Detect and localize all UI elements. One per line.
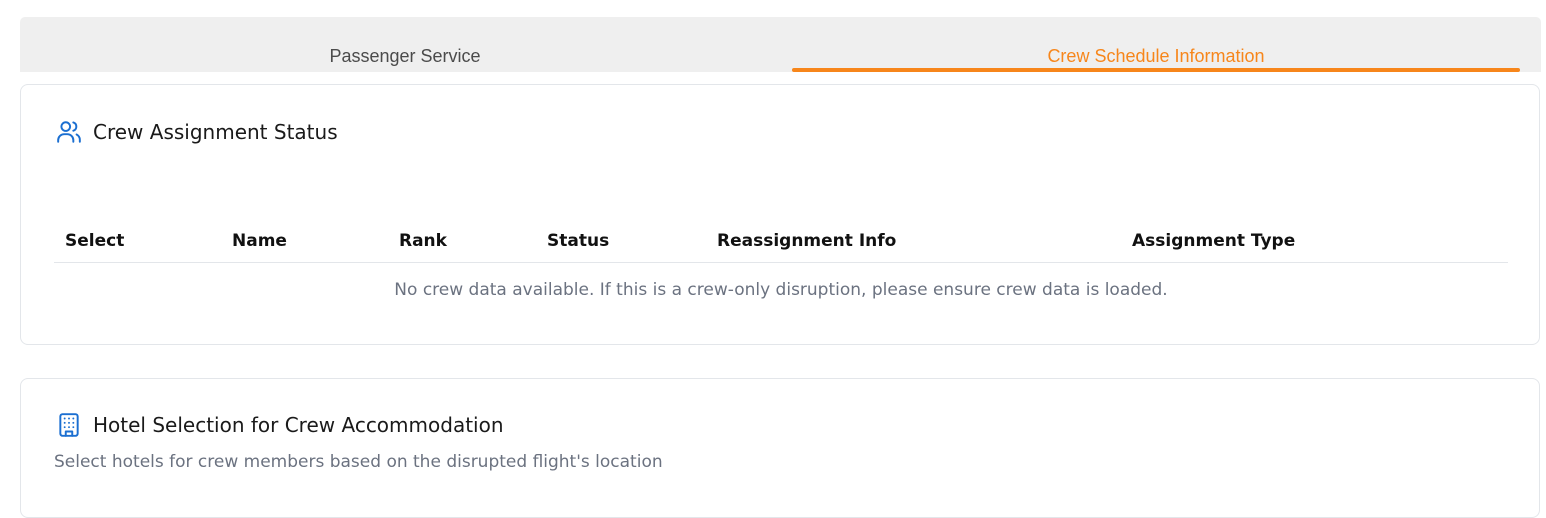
- hotel-selection-card: Hotel Selection for Crew Accommodation S…: [20, 378, 1540, 518]
- active-tab-indicator: [792, 68, 1520, 72]
- column-header-reassignment-info: Reassignment Info: [706, 219, 1121, 263]
- table-row: No crew data available. If this is a cre…: [54, 263, 1508, 318]
- column-header-select: Select: [54, 219, 221, 263]
- table-header-row: Select Name Rank Status Reassignment Inf…: [54, 219, 1508, 263]
- crew-assignment-card: Crew Assignment Status Select Name Rank …: [20, 84, 1540, 345]
- card-title-text: Crew Assignment Status: [93, 120, 338, 144]
- column-header-assignment-type: Assignment Type: [1121, 219, 1508, 263]
- tab-passenger-service[interactable]: Passenger Service: [20, 17, 790, 72]
- column-header-status: Status: [536, 219, 706, 263]
- card-title-text: Hotel Selection for Crew Accommodation: [93, 413, 504, 437]
- tab-label: Crew Schedule Information: [1047, 46, 1265, 66]
- building-icon: [56, 412, 82, 438]
- column-header-rank: Rank: [388, 219, 536, 263]
- crew-assignment-heading: Crew Assignment Status: [56, 119, 338, 145]
- column-header-name: Name: [221, 219, 388, 263]
- hotel-selection-subtitle: Select hotels for crew members based on …: [54, 452, 663, 472]
- tab-bar: Passenger Service Crew Schedule Informat…: [20, 17, 1541, 72]
- crew-table: Select Name Rank Status Reassignment Inf…: [54, 219, 1508, 317]
- hotel-selection-heading: Hotel Selection for Crew Accommodation: [56, 412, 504, 438]
- empty-state-message: No crew data available. If this is a cre…: [394, 280, 1168, 300]
- tab-label: Passenger Service: [329, 46, 481, 66]
- tab-crew-schedule-information[interactable]: Crew Schedule Information: [792, 17, 1520, 72]
- users-icon: [56, 119, 82, 145]
